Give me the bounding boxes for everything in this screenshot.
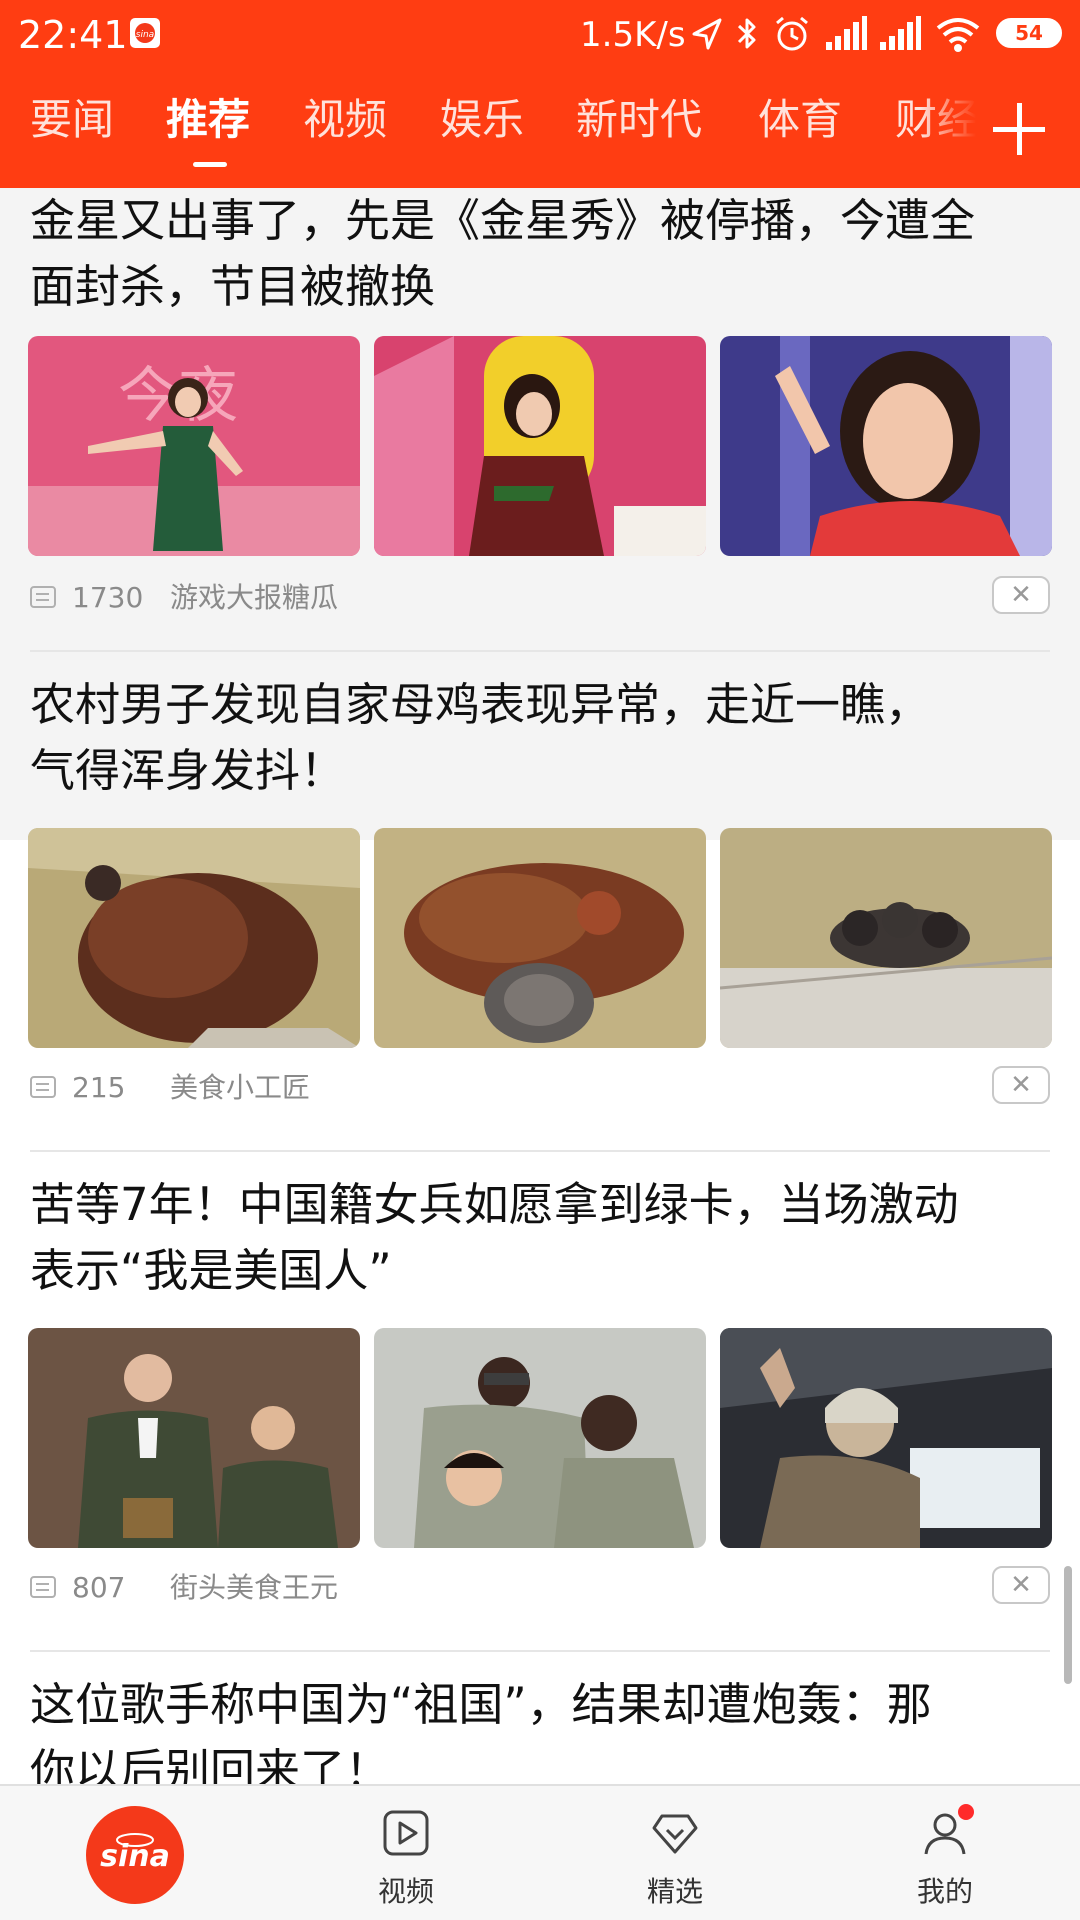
- news-card[interactable]: 这位歌手称中国为“祖国”，结果却遭炮轰：那 你以后别回来了！: [0, 1652, 1080, 1784]
- network-speed: 1.5K/s: [580, 15, 686, 55]
- nav-video-label: 视频: [377, 1875, 434, 1908]
- news-card[interactable]: 苦等7年！中国籍女兵如愿拿到绿卡，当场激动 表示“我是美国人” 807 街头美食…: [0, 1152, 1080, 1652]
- active-tab-indicator: [193, 162, 227, 167]
- news-source: 街头美食王元: [170, 1571, 339, 1604]
- title-line: 面封杀，节目被撤换: [30, 260, 436, 313]
- title-line: 农村男子发现自家母鸡表现异常，走近一瞧，: [30, 678, 931, 731]
- news-source: 美食小工匠: [170, 1071, 311, 1104]
- thumbnail-row: [28, 828, 1052, 1048]
- thumbnail-row: [28, 1328, 1052, 1548]
- dislike-button[interactable]: ✕: [992, 1566, 1050, 1604]
- title-line: 金星又出事了，先是《金星秀》被停播，今遭全: [30, 194, 976, 247]
- tab-xinshidai[interactable]: 新时代: [576, 92, 702, 148]
- thumbnail-row: 今夜: [28, 336, 1052, 556]
- thumbnail-image[interactable]: [720, 828, 1052, 1048]
- thumbnail-image[interactable]: [28, 1328, 360, 1548]
- play-video-icon: [383, 1810, 429, 1856]
- bluetooth-icon: [737, 18, 756, 49]
- dislike-button[interactable]: ✕: [992, 1066, 1050, 1104]
- news-card-title[interactable]: 金星又出事了，先是《金星秀》被停播，今遭全 面封杀，节目被撤换: [30, 188, 1060, 320]
- dislike-button[interactable]: ✕: [992, 576, 1050, 614]
- news-card-title[interactable]: 这位歌手称中国为“祖国”，结果却遭炮轰：那 你以后别回来了！: [30, 1672, 1060, 1784]
- title-line: 这位歌手称中国为“祖国”，结果却遭炮轰：那: [30, 1678, 932, 1731]
- tab-tuijian[interactable]: 推荐: [166, 92, 250, 148]
- comment-icon: [30, 1576, 56, 1598]
- nav-me-label: 我的: [916, 1875, 973, 1908]
- thumbnail-image[interactable]: [374, 1328, 706, 1548]
- comment-count: 1730: [72, 581, 144, 614]
- comment-icon: [30, 1076, 56, 1098]
- news-card-meta: 1730 游戏大报糖瓜 ✕: [30, 576, 1050, 618]
- tab-yule[interactable]: 娱乐: [440, 92, 524, 148]
- sina-notification-icon: sina: [130, 18, 160, 48]
- thumbnail-image[interactable]: [720, 336, 1052, 556]
- thumbnail-image[interactable]: [374, 828, 706, 1048]
- nav-featured[interactable]: 精选: [585, 1786, 765, 1920]
- channel-tab-bar: 要闻 推荐 视频 娱乐 新时代 体育 财经: [0, 70, 1080, 188]
- feed-scrollbar[interactable]: [1064, 1566, 1072, 1684]
- tab-tiyu[interactable]: 体育: [758, 92, 842, 148]
- thumbnail-image[interactable]: [374, 336, 706, 556]
- news-card-meta: 807 街头美食王元 ✕: [30, 1566, 1050, 1608]
- thumbnail-image[interactable]: [720, 1328, 1052, 1548]
- news-card[interactable]: 农村男子发现自家母鸡表现异常，走近一瞧， 气得浑身发抖！ 215 美食小工匠 ✕: [0, 652, 1080, 1152]
- svg-text:sina: sina: [100, 1839, 170, 1874]
- news-card-title[interactable]: 苦等7年！中国籍女兵如愿拿到绿卡，当场激动 表示“我是美国人”: [30, 1172, 1060, 1304]
- wifi-icon: [936, 18, 980, 52]
- svg-text:sina: sina: [136, 30, 154, 40]
- title-line: 表示“我是美国人”: [30, 1244, 392, 1297]
- nav-video[interactable]: 视频: [316, 1786, 496, 1920]
- comment-count: 807: [72, 1571, 126, 1604]
- news-feed: 金星又出事了，先是《金星秀》被停播，今遭全 面封杀，节目被撤换 今夜: [0, 188, 1080, 1784]
- news-card-meta: 215 美食小工匠 ✕: [30, 1066, 1050, 1108]
- nav-featured-label: 精选: [646, 1875, 703, 1908]
- title-line: 你以后别回来了！: [30, 1744, 391, 1784]
- title-line: 气得浑身发抖！: [30, 744, 346, 797]
- add-channel-icon[interactable]: [990, 100, 1048, 158]
- notification-dot: [958, 1804, 974, 1820]
- news-card-title[interactable]: 农村男子发现自家母鸡表现异常，走近一瞧， 气得浑身发抖！: [30, 672, 1060, 804]
- thumbnail-image[interactable]: 今夜: [28, 336, 360, 556]
- tab-shipin[interactable]: 视频: [303, 92, 387, 148]
- status-time: 22:41: [18, 13, 128, 57]
- signal-icon: [826, 16, 867, 50]
- status-bar: 22:41 sina 1.5K/s 54: [0, 0, 1080, 70]
- thumbnail-image[interactable]: [28, 828, 360, 1048]
- signal-icon-2: [880, 16, 921, 50]
- tab-yaowen[interactable]: 要闻: [30, 92, 114, 148]
- sina-home-button[interactable]: sina: [86, 1806, 184, 1904]
- news-source: 游戏大报糖瓜: [170, 581, 339, 614]
- sina-logo-icon: sina: [100, 1833, 170, 1874]
- comment-count: 215: [72, 1071, 126, 1104]
- diamond-icon: [652, 1814, 698, 1854]
- battery-indicator: 54: [996, 18, 1062, 48]
- nav-me[interactable]: 我的: [855, 1786, 1035, 1920]
- location-icon: [692, 18, 722, 50]
- comment-icon: [30, 586, 56, 608]
- app-screen: 22:41 sina 1.5K/s 54 要闻 推荐 视频 娱乐 新时代 体育 …: [0, 0, 1080, 1920]
- bottom-navigation: sina 视频 精选 我的: [0, 1784, 1080, 1920]
- alarm-icon: [776, 16, 808, 51]
- title-line: 苦等7年！中国籍女兵如愿拿到绿卡，当场激动: [30, 1178, 959, 1231]
